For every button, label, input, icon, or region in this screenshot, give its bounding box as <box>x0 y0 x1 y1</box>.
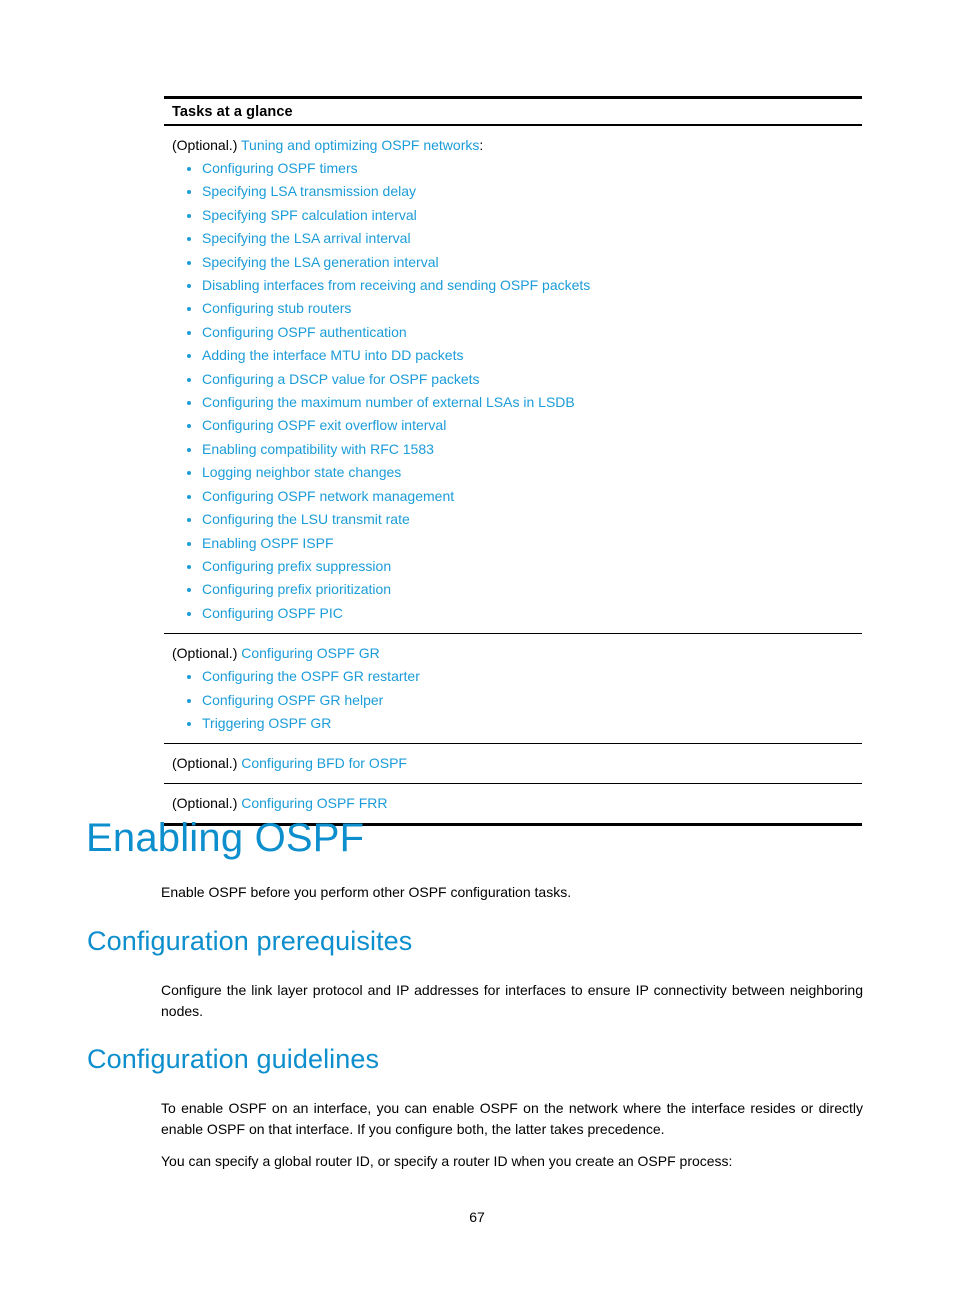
row-link[interactable]: Configuring OSPF GR <box>241 645 380 661</box>
configuration-guidelines-paragraph-1: To enable OSPF on an interface, you can … <box>161 1100 863 1137</box>
section-heading-configuration-guidelines: Configuration guidelines <box>87 1044 380 1074</box>
table-header-cell: Tasks at a glance <box>164 99 862 126</box>
document-page: Tasks at a glance (Optional.) Tuning and… <box>0 0 954 1296</box>
configuration-guidelines-paragraph-2: You can specify a global router ID, or s… <box>161 1153 733 1169</box>
row-lead-text: (Optional.) Configuring OSPF GR <box>172 642 862 664</box>
row-lead-text: (Optional.) Tuning and optimizing OSPF n… <box>172 134 862 156</box>
list-item[interactable]: Enabling OSPF ISPF <box>172 532 862 555</box>
row-link[interactable]: Configuring OSPF FRR <box>241 795 387 811</box>
row-lead-text: (Optional.) Configuring OSPF FRR <box>172 792 862 814</box>
list-item[interactable]: Triggering OSPF GR <box>172 712 862 735</box>
page-title: Enabling OSPF <box>86 816 365 860</box>
list-item[interactable]: Configuring OSPF network management <box>172 485 862 508</box>
tasks-at-a-glance-table: Tasks at a glance (Optional.) Tuning and… <box>164 96 862 827</box>
list-item[interactable]: Specifying SPF calculation interval <box>172 204 862 227</box>
list-item[interactable]: Configuring a DSCP value for OSPF packet… <box>172 368 862 391</box>
list-item[interactable]: Configuring OSPF GR helper <box>172 689 862 712</box>
list-item[interactable]: Configuring OSPF authentication <box>172 321 862 344</box>
page-number: 67 <box>469 1209 485 1225</box>
task-link-list: Configuring the OSPF GR restarter Config… <box>172 665 862 735</box>
row-lead-suffix: : <box>479 137 484 153</box>
list-item[interactable]: Configuring the maximum number of extern… <box>172 391 862 414</box>
row-link[interactable]: Tuning and optimizing OSPF networks <box>241 137 479 153</box>
list-item[interactable]: Configuring stub routers <box>172 297 862 320</box>
optional-label: (Optional.) <box>172 645 242 662</box>
list-item[interactable]: Logging neighbor state changes <box>172 461 862 484</box>
row-lead-text: (Optional.) Configuring BFD for OSPF <box>172 752 862 774</box>
list-item[interactable]: Enabling compatibility with RFC 1583 <box>172 438 862 461</box>
list-item[interactable]: Adding the interface MTU into DD packets <box>172 344 862 367</box>
task-link-list: Configuring OSPF timers Specifying LSA t… <box>172 157 862 625</box>
list-item[interactable]: Disabling interfaces from receiving and … <box>172 274 862 297</box>
list-item[interactable]: Configuring OSPF timers <box>172 157 862 180</box>
table-row: (Optional.) Tuning and optimizing OSPF n… <box>164 126 862 635</box>
list-item[interactable]: Configuring the OSPF GR restarter <box>172 665 862 688</box>
enabling-ospf-paragraph: Enable OSPF before you perform other OSP… <box>161 884 572 900</box>
list-item[interactable]: Configuring prefix prioritization <box>172 578 862 601</box>
optional-label: (Optional.) <box>172 137 241 153</box>
configuration-prerequisites-paragraph: Configure the link layer protocol and IP… <box>161 982 863 1019</box>
list-item[interactable]: Specifying the LSA arrival interval <box>172 227 862 250</box>
list-item[interactable]: Configuring prefix suppression <box>172 555 862 578</box>
list-item[interactable]: Specifying LSA transmission delay <box>172 180 862 203</box>
list-item[interactable]: Configuring OSPF PIC <box>172 602 862 625</box>
table-row: (Optional.) Configuring BFD for OSPF <box>164 744 862 785</box>
list-item[interactable]: Specifying the LSA generation interval <box>172 251 862 274</box>
row-link[interactable]: Configuring BFD for OSPF <box>241 755 407 771</box>
list-item[interactable]: Configuring OSPF exit overflow interval <box>172 414 862 437</box>
list-item[interactable]: Configuring the LSU transmit rate <box>172 508 862 531</box>
section-heading-configuration-prerequisites: Configuration prerequisites <box>87 926 413 956</box>
table-row: (Optional.) Configuring OSPF GR Configur… <box>164 634 862 745</box>
optional-label: (Optional.) <box>172 755 242 772</box>
optional-label: (Optional.) <box>172 795 242 812</box>
